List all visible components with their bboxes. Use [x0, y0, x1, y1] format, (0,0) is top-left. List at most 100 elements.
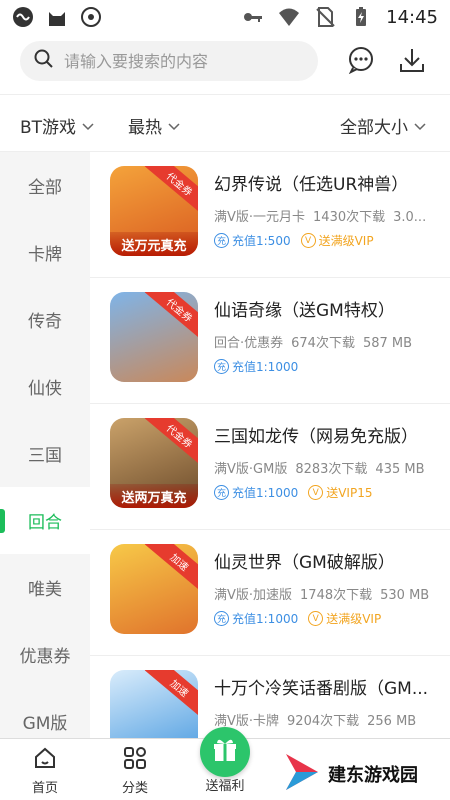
- game-row[interactable]: 代金券 仙语奇缘（送GM特权） 回合·优惠券 674次下载 587 MB 充充值1:100…: [90, 278, 450, 404]
- tag-text: 送满级VIP: [318, 234, 374, 248]
- game-tags: 充充值1:1000: [214, 358, 298, 375]
- tag-text: 充值1:1000: [232, 360, 299, 374]
- key-icon: [242, 6, 264, 28]
- sidebar-item-aesthetic[interactable]: 唯美: [0, 554, 90, 621]
- game-row[interactable]: 代金券 送万元真充 幻界传说（任选UR神兽） 满V版·一元月卡 1430次下载 3.0..…: [90, 152, 450, 278]
- game-row[interactable]: 代金券 送两万真充 三国如龙传（网易免充版） 满V版·GM版 8283次下载 435 MB…: [90, 404, 450, 530]
- download-icon: [398, 46, 426, 78]
- nav-category[interactable]: 分类: [100, 745, 170, 796]
- status-bar: 14:45: [0, 0, 450, 34]
- filter-size-dropdown[interactable]: 全部大小: [340, 113, 426, 138]
- sidebar-item-label: 唯美: [28, 580, 62, 600]
- home-icon: [32, 745, 58, 771]
- cat-app-icon: [46, 6, 68, 28]
- download-count: 8283次下载: [295, 462, 368, 477]
- game-row[interactable]: 加速 仙灵世界（GM破解版） 满V版·加速版 1748次下载 530 MB 充充值1:10…: [90, 530, 450, 656]
- filter-row: BT游戏 最热 全部大小: [0, 94, 450, 152]
- link-app-icon: [12, 6, 34, 28]
- file-size: 587 MB: [362, 336, 413, 351]
- game-title: 十万个冷笑话番剧版（GM...: [214, 679, 429, 699]
- search-input[interactable]: [64, 51, 294, 71]
- filter-type-label: BT游戏: [20, 118, 77, 138]
- sidebar-item-label: 全部: [28, 178, 62, 198]
- vip-tag: V 送满级VIP: [308, 610, 381, 627]
- recharge-icon: 充: [214, 485, 229, 500]
- sidebar-item-turn-based[interactable]: 回合: [0, 487, 90, 554]
- game-category: 满V版·加速版: [214, 588, 293, 603]
- thumbnail-ribbon: 代金券: [144, 292, 198, 342]
- sidebar-item-label: GM版: [22, 714, 68, 734]
- game-thumbnail[interactable]: 加速: [110, 544, 198, 634]
- sidebar-item-card[interactable]: 卡牌: [0, 219, 90, 286]
- game-meta: 满V版·加速版 1748次下载 530 MB: [214, 584, 438, 603]
- game-title: 仙语奇缘（送GM特权）: [214, 301, 395, 321]
- filter-type-dropdown[interactable]: BT游戏: [20, 113, 94, 138]
- game-meta: 回合·优惠券 674次下载 587 MB: [214, 332, 438, 351]
- thumbnail-banner: 送两万真充: [110, 484, 198, 508]
- watermark-logo-icon: [282, 750, 322, 798]
- game-meta: 满V版·GM版 8283次下载 435 MB: [214, 458, 438, 477]
- search-row: [0, 36, 450, 90]
- game-tags: 充充值1:1000 V 送VIP15: [214, 484, 372, 501]
- sidebar-item-all[interactable]: 全部: [0, 152, 90, 219]
- game-category: 满V版·GM版: [214, 462, 288, 477]
- sidebar-item-label: 三国: [28, 446, 62, 466]
- sidebar-item-label: 传奇: [28, 312, 62, 332]
- vip-icon: V: [308, 611, 324, 626]
- thumbnail-ribbon: 代金券: [144, 418, 198, 468]
- game-title: 三国如龙传（网易免充版）: [214, 427, 418, 447]
- gift-icon: [211, 736, 239, 768]
- game-category: 回合·优惠券: [214, 336, 284, 351]
- game-thumbnail[interactable]: 代金券送两万真充: [110, 418, 198, 508]
- category-sidebar: 全部 卡牌 传奇 仙侠 三国 回合 唯美 优惠券 GM版: [0, 152, 90, 738]
- game-title: 仙灵世界（GM破解版）: [214, 553, 395, 573]
- filter-sort-label: 最热: [128, 118, 162, 138]
- nav-category-label: 分类: [121, 781, 148, 796]
- download-count: 9204次下载: [287, 714, 360, 729]
- tag-text: 充值1:1000: [232, 486, 299, 500]
- message-button[interactable]: [345, 46, 377, 78]
- download-button[interactable]: [396, 46, 428, 78]
- game-list: 代金券 送万元真充 幻界传说（任选UR神兽） 满V版·一元月卡 1430次下载 3.0..…: [90, 152, 450, 738]
- search-box[interactable]: [20, 41, 318, 81]
- game-tags: 充充值1:500 V 送满级VIP: [214, 232, 374, 249]
- game-tags: 充充值1:1000 V 送满级VIP: [214, 610, 381, 627]
- battery-charging-icon: [350, 6, 372, 28]
- game-thumbnail[interactable]: 代金券: [110, 292, 198, 382]
- filter-sort-dropdown[interactable]: 最热: [128, 113, 180, 138]
- thumbnail-ribbon: 代金券: [144, 166, 198, 216]
- download-count: 674次下载: [291, 336, 355, 351]
- game-thumbnail[interactable]: 代金券送万元真充: [110, 166, 198, 256]
- sidebar-item-label: 卡牌: [28, 245, 62, 265]
- sidebar-item-label: 仙侠: [28, 379, 62, 399]
- sidebar-item-xianxia[interactable]: 仙侠: [0, 353, 90, 420]
- category-grid-icon: [122, 745, 148, 771]
- sidebar-item-legend[interactable]: 传奇: [0, 286, 90, 353]
- search-icon: [34, 49, 54, 73]
- thumbnail-ribbon: 加速: [144, 544, 198, 594]
- chevron-down-icon: [82, 116, 94, 136]
- file-size: 3.0...: [393, 210, 427, 225]
- game-thumbnail[interactable]: 加速: [110, 670, 198, 738]
- vip-icon: V: [300, 233, 316, 248]
- sidebar-item-coupon[interactable]: 优惠券: [0, 621, 90, 688]
- file-size: 256 MB: [367, 714, 417, 729]
- wifi-icon: [278, 6, 300, 28]
- tag-text: 送满级VIP: [326, 612, 382, 626]
- nav-home[interactable]: 首页: [10, 745, 80, 796]
- game-row[interactable]: 加速 十万个冷笑话番剧版（GM... 满V版·卡牌 9204次下载 256 MB: [90, 656, 450, 738]
- thumbnail-banner: 送万元真充: [110, 232, 198, 256]
- filter-size-label: 全部大小: [340, 118, 408, 138]
- sidebar-item-three-kingdoms[interactable]: 三国: [0, 420, 90, 487]
- download-count: 1430次下载: [313, 210, 386, 225]
- nav-gift-label-wrap[interactable]: 送福利: [190, 775, 260, 794]
- chat-bubble-icon: [347, 46, 375, 78]
- gift-button[interactable]: [200, 727, 250, 777]
- sidebar-item-gm[interactable]: GM版: [0, 688, 90, 738]
- thumbnail-ribbon: 加速: [144, 670, 198, 720]
- recharge-tag: 充充值1:500: [214, 232, 291, 249]
- tag-text: 充值1:1000: [232, 612, 299, 626]
- tag-text: 送VIP15: [326, 486, 373, 500]
- site-watermark: 建东游戏园: [282, 748, 450, 800]
- record-app-icon: [80, 6, 102, 28]
